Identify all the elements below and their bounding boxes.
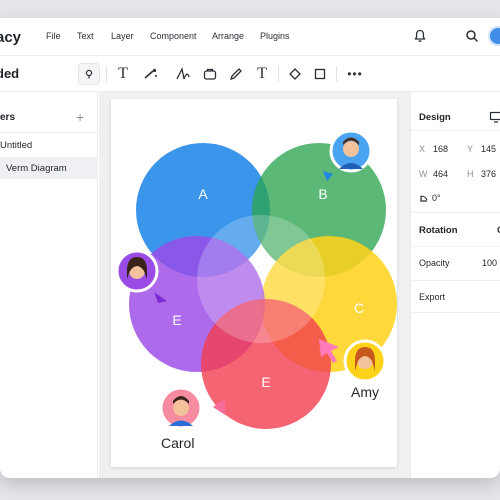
collaborator-avatar-amy[interactable] [343,339,387,383]
collaborator-avatar-top[interactable] [329,129,373,173]
circle-label-a: A [198,186,208,202]
h-label: H [467,169,474,179]
type-tool-icon[interactable]: T [251,63,273,85]
panel-divider [0,132,98,133]
path-tool-icon[interactable] [172,63,194,85]
w-label: W [419,169,428,179]
menu-layer[interactable]: Layer [111,31,134,41]
pencil-tool-icon[interactable] [225,63,247,85]
add-page-button[interactable]: + [76,109,84,125]
rotation-field[interactable]: 0° [432,193,441,203]
venn-diagram: A B C E E Amy Carol [115,129,397,451]
panel-divider [411,212,500,213]
collaborator-avatar-carol[interactable] [159,386,203,430]
menu-bar: acy File Text Layer Component Arrange Pl… [0,18,500,56]
x-field[interactable]: 168 [433,144,448,154]
device-preview-icon[interactable] [489,110,500,124]
location-pin-icon[interactable] [78,63,100,85]
toolbar: ded T T ••• [0,56,500,92]
app-name: acy [0,29,22,46]
circle-label-b: B [318,186,327,202]
menu-arrange[interactable]: Arrange [212,31,244,41]
panel-divider [411,130,500,131]
height-field[interactable]: 376 [481,169,496,179]
pen-tool-icon[interactable] [140,63,162,85]
design-panel: Design X 168 Y 145 W 464 H 376 0° Rotati… [410,92,500,478]
panel-divider [411,246,500,247]
rectangle-shape-icon[interactable] [309,63,331,85]
more-options-icon[interactable]: ••• [344,63,366,85]
collaborator-name-carol: Carol [161,435,194,451]
layers-panel: ers + Untitled Verm Diagram [0,92,98,478]
menu-text[interactable]: Text [77,31,94,41]
venn-center [197,215,325,343]
search-icon[interactable] [464,28,480,44]
collaborator-name-amy: Amy [351,384,379,400]
panel-divider [411,312,500,313]
diamond-shape-icon[interactable] [284,63,306,85]
bell-icon[interactable] [412,28,428,44]
width-field[interactable]: 464 [433,169,448,179]
page-item-label: Untitled [0,140,33,151]
rotation-icon [420,195,428,202]
x-label: X [419,144,426,154]
canvas-area[interactable]: A B C E E Amy Carol [99,92,410,478]
toolbar-divider [278,66,279,82]
circle-label-c: C [354,300,364,316]
user-avatar[interactable] [488,26,500,46]
artboard-venn-diagram[interactable]: A B C E E Amy Carol [111,99,397,467]
y-label: Y [467,144,474,154]
menu-plugins[interactable]: Plugins [260,31,290,41]
menu-file[interactable]: File [46,31,61,41]
text-tool-icon[interactable]: T [112,63,134,85]
toolbar-divider [336,66,337,82]
opacity-label: Opacity [419,258,450,268]
circle-label-e-bottom: E [261,374,270,390]
document-name[interactable]: ded [0,66,19,81]
rotation-section-title: Rotation [419,225,458,236]
y-field[interactable]: 145 [481,144,496,154]
component-tool-icon[interactable] [199,63,221,85]
page-item-untitled[interactable]: Untitled [0,140,32,151]
circle-label-e-left: E [172,312,181,328]
design-tab[interactable]: Design [419,112,451,123]
menu-component[interactable]: Component [150,31,197,41]
layers-panel-title: ers [0,112,16,123]
app-window: acy File Text Layer Component Arrange Pl… [0,18,500,478]
opacity-field[interactable]: 100 [482,258,497,268]
panel-divider [411,280,500,281]
page-item-label: Verm Diagram [6,163,67,174]
toolbar-divider [106,66,107,82]
collaborator-avatar-left[interactable] [115,249,159,293]
page-item-venn-diagram[interactable]: Verm Diagram [0,157,98,179]
export-button[interactable]: Export [419,292,445,302]
